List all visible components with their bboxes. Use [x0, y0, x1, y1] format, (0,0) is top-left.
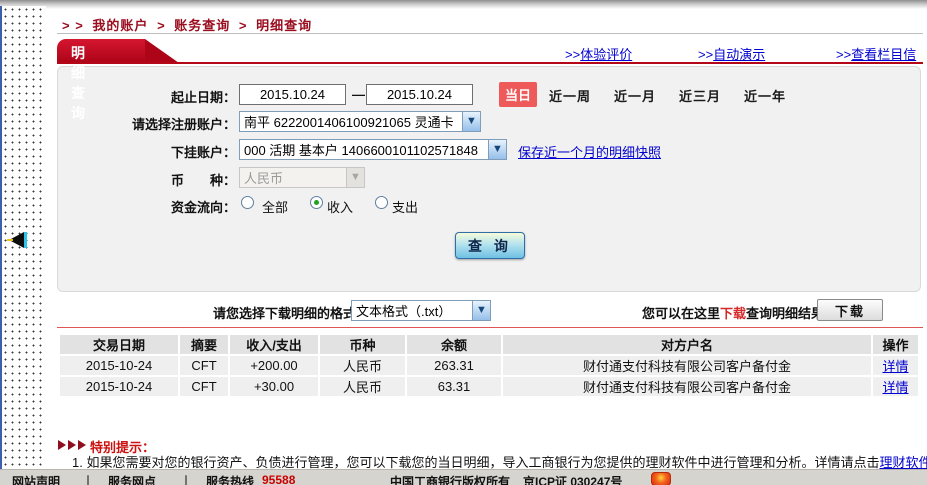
range-last-week-button[interactable]: 近一周	[549, 86, 591, 105]
breadcrumb-prefix: > >	[62, 18, 84, 33]
register-account-select[interactable]: 南平 6222001406100921065 灵通卡 ▼	[239, 111, 481, 132]
date-to-input[interactable]	[366, 84, 473, 105]
currency-label: 币 种：	[60, 170, 236, 189]
col-action: 操作	[873, 335, 918, 354]
cell-counterparty: 财付通支付科技有限公司客户备付金	[503, 356, 871, 375]
col-counterparty: 对方户名	[503, 335, 871, 354]
footer-bar: 网站声明 ｜ 服务网点 ｜ 服务热线 95588 中国工商银行版权所有 京ICP…	[0, 469, 927, 485]
footer-divider: ｜	[82, 473, 94, 485]
link-prefix: >>	[836, 47, 851, 62]
cell-balance: 63.31	[407, 377, 501, 396]
breadcrumb-separator: >	[239, 18, 248, 33]
detail-query-page: > > 我的账户 > 账务查询 > 明细查询 明细查询 >>体验评价 >>自动演…	[0, 0, 927, 485]
query-button[interactable]: 查 询	[455, 232, 525, 259]
site-statement-link[interactable]: 网站声明	[12, 473, 60, 485]
download-format-value: 文本格式（.txt）	[356, 301, 451, 320]
hint-prefix: 您可以在这里	[642, 306, 720, 321]
finance-software-download-link[interactable]: 理财软件下载/注	[879, 455, 927, 470]
notice-text: 1. 如果您需要对您的银行资产、负债进行管理，您可以下载您的当日明细，导入工商银…	[72, 455, 879, 470]
hotline-number: 95588	[262, 473, 295, 485]
cell-amount: +30.00	[230, 377, 318, 396]
breadcrumb-item-my-account[interactable]: 我的账户	[92, 18, 148, 33]
chevron-down-icon[interactable]: ▼	[488, 140, 506, 159]
cell-summary: CFT	[180, 377, 228, 396]
radio-expense-label: 支出	[392, 197, 418, 216]
hint-suffix: 查询明细结果	[746, 306, 824, 321]
range-three-months-button[interactable]: 近三月	[679, 86, 721, 105]
sub-account-value: 000 活期 基本户 1406600101102571848	[244, 140, 478, 159]
tab-title: 明细查询	[71, 43, 87, 123]
cell-amount: +200.00	[230, 356, 318, 375]
detail-link[interactable]: 详情	[882, 380, 908, 395]
download-hint: 您可以在这里下载查询明细结果	[642, 303, 824, 322]
detail-link[interactable]: 详情	[882, 359, 908, 374]
range-last-month-button[interactable]: 近一月	[614, 86, 656, 105]
save-snapshot-link[interactable]: 保存近一个月的明细快照	[518, 142, 661, 161]
breadcrumb-item-account-query[interactable]: 账务查询	[174, 18, 230, 33]
table-row: 2015-10-24 CFT +30.00 人民币 63.31 财付通支付科技有…	[60, 377, 918, 396]
service-branch-link[interactable]: 服务网点	[108, 473, 156, 485]
breadcrumb-separator: >	[157, 18, 166, 33]
cell-currency: 人民币	[320, 377, 405, 396]
breadcrumb-divider	[57, 33, 923, 34]
chevron-down-icon[interactable]: ▼	[472, 301, 490, 320]
auto-demo-link[interactable]: >>自动演示	[698, 44, 765, 63]
cell-summary: CFT	[180, 356, 228, 375]
tab-underline	[57, 62, 923, 64]
radio-income-label: 收入	[327, 197, 353, 216]
breadcrumb: > > 我的账户 > 账务查询 > 明细查询	[62, 15, 316, 34]
download-inline-link[interactable]: 下载	[720, 306, 746, 321]
chevron-down-icon[interactable]: ▼	[462, 112, 480, 131]
triple-arrow-icon	[58, 440, 86, 450]
icbc-logo-icon	[651, 472, 671, 485]
transaction-table: 交易日期 摘要 收入/支出 币种 余额 对方户名 操作 2015-10-24 C…	[58, 333, 920, 398]
col-summary: 摘要	[180, 335, 228, 354]
col-amount: 收入/支出	[230, 335, 318, 354]
copyright-text: 中国工商银行版权所有	[390, 473, 510, 485]
link-label: 自动演示	[713, 47, 765, 62]
download-format-select[interactable]: 文本格式（.txt） ▼	[351, 300, 491, 321]
col-currency: 币种	[320, 335, 405, 354]
cell-date: 2015-10-24	[60, 356, 178, 375]
cell-date: 2015-10-24	[60, 377, 178, 396]
table-top-divider	[57, 327, 923, 328]
download-button[interactable]: 下载	[817, 299, 883, 321]
radio-expense[interactable]	[375, 196, 388, 209]
date-from-input[interactable]	[239, 84, 346, 105]
table-row: 2015-10-24 CFT +200.00 人民币 263.31 财付通支付科…	[60, 356, 918, 375]
currency-select-disabled: 人民币 ▼	[239, 167, 365, 188]
cell-currency: 人民币	[320, 356, 405, 375]
sub-account-label: 下挂账户：	[60, 142, 236, 161]
cell-counterparty: 财付通支付科技有限公司客户备付金	[503, 377, 871, 396]
date-range-dash: —	[352, 87, 365, 102]
footer-divider: ｜	[180, 473, 192, 485]
table-header-row: 交易日期 摘要 收入/支出 币种 余额 对方户名 操作	[60, 335, 918, 354]
col-balance: 余额	[407, 335, 501, 354]
tab-slant	[145, 39, 179, 63]
breadcrumb-item-detail-query: 明细查询	[256, 18, 312, 33]
link-label: 体验评价	[580, 47, 632, 62]
register-account-value: 南平 6222001406100921065 灵通卡	[244, 112, 454, 131]
collapse-sidebar-arrow-icon[interactable]	[9, 232, 24, 248]
cell-balance: 263.31	[407, 356, 501, 375]
hotline-label: 服务热线	[206, 473, 254, 485]
sidebar-collapsed-strip	[0, 6, 46, 485]
radio-all[interactable]	[241, 196, 254, 209]
download-format-label: 请您选择下载明细的格式	[213, 303, 356, 322]
link-prefix: >>	[698, 47, 713, 62]
range-today-button[interactable]: 当日	[499, 82, 537, 107]
chevron-down-icon: ▼	[346, 168, 364, 187]
radio-income[interactable]	[310, 196, 323, 209]
col-date: 交易日期	[60, 335, 178, 354]
flow-direction-label: 资金流向：	[60, 197, 236, 216]
link-prefix: >>	[565, 47, 580, 62]
top-gradient-strip	[0, 0, 927, 9]
sub-account-select[interactable]: 000 活期 基本户 1406600101102571848 ▼	[239, 139, 507, 160]
icp-license: 京ICP证 030247号	[523, 473, 622, 485]
currency-value: 人民币	[244, 168, 283, 187]
experience-review-link[interactable]: >>体验评价	[565, 44, 632, 63]
radio-all-label: 全部	[262, 197, 288, 216]
range-one-year-button[interactable]: 近一年	[744, 86, 786, 105]
